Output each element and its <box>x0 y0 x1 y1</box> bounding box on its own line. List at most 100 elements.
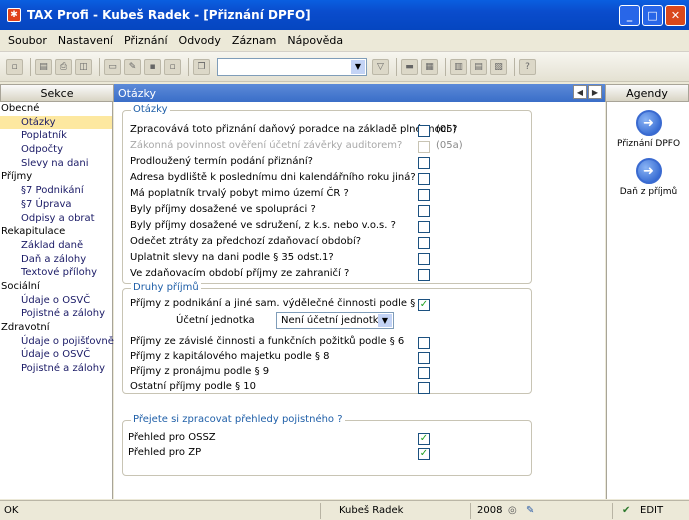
question-checkbox[interactable] <box>418 157 430 169</box>
ucetni-label: Účetní jednotka <box>176 315 255 326</box>
tree-item[interactable]: Základ daně <box>0 239 112 253</box>
tree-item[interactable]: Zdravotní <box>0 321 112 335</box>
save-icon[interactable]: ▪ <box>144 58 161 75</box>
tree-item[interactable]: Údaje o pojišťovně <box>0 335 114 349</box>
edit-icon[interactable]: ▭ <box>104 58 121 75</box>
ucetni-select[interactable]: Není účetní jednotka ▼ <box>276 312 394 329</box>
question-checkbox[interactable] <box>418 253 430 265</box>
print-icon[interactable]: ⎙ <box>55 58 72 75</box>
pen-icon[interactable]: ✎ <box>124 58 141 75</box>
check-status-icon: ✔ <box>622 505 631 516</box>
save-all-icon[interactable]: ▫ <box>164 58 181 75</box>
center-header-title: Otázky <box>118 86 156 100</box>
income-checkbox[interactable] <box>418 367 430 379</box>
question-code: (05a) <box>436 140 463 151</box>
question-label: Má poplatník trvalý pobyt mimo území ČR … <box>130 188 349 199</box>
tree-item[interactable]: Daň a zálohy <box>0 253 112 267</box>
status-bar: OK Kubeš Radek 2008 ◎ ✎ ✔ EDIT <box>0 500 689 520</box>
table-icon[interactable]: ▦ <box>421 58 438 75</box>
prehled-checkbox[interactable]: ✓ <box>418 448 430 460</box>
pen-status-icon: ✎ <box>526 505 535 516</box>
tree-item[interactable]: Údaje o OSVČ <box>0 294 112 308</box>
agenda-panel: ➜ Přiznání DPFO ➜ Daň z příjmů <box>606 102 689 499</box>
menu-priznani[interactable]: Přiznání <box>124 34 168 47</box>
tree-item[interactable]: Odpisy a obrat <box>0 212 112 226</box>
question-label: Odečet ztráty za předchozí zdaňovací obd… <box>130 236 362 247</box>
center-panel-header: Otázky ◀ ▶ <box>114 84 605 102</box>
tree-item[interactable]: Obecné <box>0 102 112 116</box>
menu-zaznam[interactable]: Záznam <box>232 34 276 47</box>
next-arrow-icon[interactable]: ▶ <box>588 85 602 99</box>
group-title-druhy: Druhy příjmů <box>131 282 201 293</box>
grid3-icon[interactable]: ▧ <box>490 58 507 75</box>
question-checkbox[interactable] <box>418 125 430 137</box>
grid2-icon[interactable]: ▤ <box>470 58 487 75</box>
tree-item[interactable]: Textové přílohy <box>0 266 112 280</box>
preview-icon[interactable]: ◫ <box>75 58 92 75</box>
question-checkbox[interactable] <box>418 269 430 281</box>
title-bar: ✱ TAX Profi - Kubeš Radek - [Přiznání DP… <box>0 0 689 30</box>
help-icon[interactable]: ? <box>519 58 536 75</box>
menu-napoveda[interactable]: Nápověda <box>287 34 343 47</box>
tree-item[interactable]: Poplatník <box>0 129 112 143</box>
tree-item[interactable]: Odpočty <box>0 143 112 157</box>
income-label: Ostatní příjmy podle § 10 <box>130 381 257 392</box>
agenda-item[interactable]: ➜ Přiznání DPFO <box>607 110 689 149</box>
tree-item[interactable]: Rekapitulace <box>0 225 112 239</box>
question-checkbox[interactable] <box>418 237 430 249</box>
income-checkbox[interactable] <box>418 337 430 349</box>
tree-item[interactable]: §7 Úprava <box>0 198 112 212</box>
left-panel-header: Sekce <box>0 84 114 102</box>
open-icon[interactable]: ▤ <box>35 58 52 75</box>
question-checkbox[interactable] <box>418 205 430 217</box>
close-button[interactable]: ✕ <box>665 5 686 26</box>
income-checkbox[interactable] <box>418 382 430 394</box>
question-label: Zákonná povinnost ověření účetní závěrky… <box>130 140 403 151</box>
window-title: TAX Profi - Kubeš Radek - [Přiznání DPFO… <box>27 8 311 22</box>
income-checkbox[interactable] <box>418 352 430 364</box>
question-checkbox[interactable] <box>418 221 430 233</box>
copy-icon[interactable]: ❐ <box>193 58 210 75</box>
minimize-button[interactable]: _ <box>619 5 640 26</box>
income-label: Příjmy z podnikání a jiné sam. výdělečné… <box>130 298 425 309</box>
income-label: Příjmy z pronájmu podle § 9 <box>130 366 270 377</box>
tree-item[interactable]: Pojistné a zálohy <box>0 362 112 376</box>
menu-nastaveni[interactable]: Nastavení <box>58 34 113 47</box>
question-checkbox[interactable] <box>418 173 430 185</box>
question-checkbox[interactable] <box>418 189 430 201</box>
filter-icon[interactable]: ▽ <box>372 58 389 75</box>
maximize-button[interactable]: □ <box>642 5 663 26</box>
grid-icon[interactable]: ▥ <box>450 58 467 75</box>
agenda-dan-icon: ➜ <box>635 158 662 184</box>
prev-arrow-icon[interactable]: ◀ <box>573 85 587 99</box>
tree-item[interactable]: Údaje o OSVČ <box>0 348 112 362</box>
new-icon[interactable]: ▫ <box>6 58 23 75</box>
toolbar-combo[interactable]: ▼ <box>217 57 367 76</box>
question-label: Uplatnit slevy na dani podle § 35 odst.1… <box>130 252 334 263</box>
group-title-otazky: Otázky <box>131 104 170 115</box>
income-checkbox[interactable]: ✓ <box>418 299 430 311</box>
question-label: Adresa bydliště k poslednímu dni kalendá… <box>130 172 416 183</box>
menu-odvody[interactable]: Odvody <box>179 34 221 47</box>
income-label: Příjmy ze závislé činnosti a funkčních p… <box>130 336 405 347</box>
agenda-item[interactable]: ➜ Daň z příjmů <box>607 158 689 197</box>
tree-item[interactable]: Příjmy <box>0 170 112 184</box>
tree-item[interactable]: Slevy na dani <box>0 157 112 171</box>
menu-soubor[interactable]: Soubor <box>8 34 47 47</box>
tree-item[interactable]: §7 Podnikání <box>0 184 112 198</box>
agenda-dpfo-icon: ➜ <box>635 110 662 136</box>
tree-item[interactable]: Pojistné a zálohy <box>0 307 112 321</box>
right-panel-header: Agendy <box>605 84 689 102</box>
section-tree: Obecné Otázky Poplatník Odpočty Slevy na… <box>0 102 114 499</box>
folder-icon[interactable]: ▬ <box>401 58 418 75</box>
prehled-checkbox[interactable]: ✓ <box>418 433 430 445</box>
income-label: Příjmy z kapitálového majetku podle § 8 <box>130 351 330 362</box>
chevron-down-icon[interactable]: ▼ <box>378 314 392 327</box>
agenda-label: Daň z příjmů <box>619 187 678 197</box>
chevron-down-icon[interactable]: ▼ <box>351 59 365 74</box>
prehled-label: Přehled pro ZP <box>128 447 202 458</box>
tree-item-selected[interactable]: Otázky <box>0 115 112 130</box>
network-icon: ◎ <box>508 505 517 516</box>
tree-item[interactable]: Sociální <box>0 280 112 294</box>
question-checkbox <box>418 141 430 153</box>
